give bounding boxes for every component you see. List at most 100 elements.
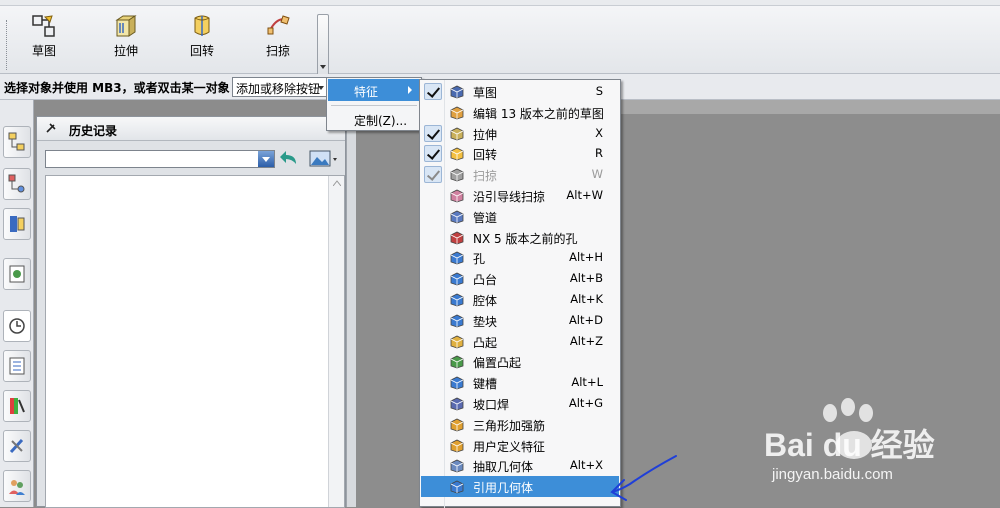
history-list[interactable] bbox=[45, 175, 345, 508]
chevron-down-icon[interactable] bbox=[258, 151, 274, 167]
revolve-icon bbox=[450, 147, 464, 161]
submenu-item[interactable]: 抽取几何体 Alt+X bbox=[421, 455, 619, 476]
selection-prompt: 选择对象并使用 MB3，或者双击某一对象 bbox=[4, 81, 230, 95]
submenu-item-label: 三角形加强筋 bbox=[473, 418, 546, 433]
hole-icon bbox=[450, 251, 464, 265]
groove-icon bbox=[450, 397, 464, 411]
submenu-item[interactable]: 偏置凸起 bbox=[421, 351, 619, 372]
submenu-item-label: 拉伸 bbox=[473, 127, 498, 142]
submenu-item-shortcut: Alt+H bbox=[569, 250, 603, 265]
rainbow-icon bbox=[10, 398, 25, 414]
menu-item-customize-label: 定制(Z)... bbox=[354, 114, 408, 128]
submenu-item[interactable]: 垫块 Alt+D bbox=[421, 310, 619, 331]
sketch-button[interactable]: 草图 bbox=[14, 14, 74, 70]
history-filter-combo[interactable] bbox=[45, 150, 275, 168]
submenu-item[interactable]: 孔 Alt+H bbox=[421, 247, 619, 268]
system-materials-tab[interactable] bbox=[3, 350, 31, 382]
toolbar-options-button[interactable] bbox=[317, 14, 329, 76]
revolve-button[interactable]: 回转 bbox=[172, 14, 232, 70]
chevron-right-icon bbox=[408, 86, 412, 94]
submenu-item-shortcut: W bbox=[591, 167, 603, 182]
history-scrollbar[interactable] bbox=[328, 176, 344, 507]
submenu-item[interactable]: 用户定义特征 bbox=[421, 435, 619, 456]
submenu-item-label: 回转 bbox=[473, 148, 498, 163]
history-panel-title: 历史记录 bbox=[69, 124, 118, 138]
assembly-navigator-tab[interactable] bbox=[3, 126, 31, 158]
submenu-item[interactable]: NX 5 版本之前的孔 bbox=[421, 227, 619, 248]
clock-icon bbox=[9, 318, 25, 334]
tools-icon bbox=[9, 438, 24, 454]
submenu-item[interactable]: 管道 bbox=[421, 206, 619, 227]
resource-bar bbox=[0, 100, 34, 507]
extrude-button-label: 拉伸 bbox=[113, 44, 138, 58]
submenu-item[interactable]: 扫掠 W bbox=[421, 164, 619, 185]
pocket-icon bbox=[450, 293, 464, 307]
submenu-item-shortcut: Alt+Z bbox=[569, 333, 603, 348]
submenu-item[interactable]: 键槽 Alt+L bbox=[421, 372, 619, 393]
submenu-item[interactable]: 拉伸 X bbox=[421, 123, 619, 144]
reuse-library-tab[interactable] bbox=[3, 258, 31, 290]
submenu-item-label: 引用几何体 bbox=[473, 481, 534, 496]
back-arrow-icon[interactable] bbox=[279, 150, 299, 168]
checkmark-icon bbox=[424, 83, 442, 100]
pad-icon bbox=[450, 314, 464, 328]
menu-item-feature[interactable]: 特征 bbox=[328, 79, 420, 101]
part-navigator-tab[interactable] bbox=[3, 208, 31, 240]
sketch-icon bbox=[32, 15, 55, 37]
guide-sweep-icon bbox=[450, 189, 464, 203]
revolve-icon bbox=[194, 15, 210, 36]
submenu-item[interactable]: 坡口焊 Alt+G bbox=[421, 393, 619, 414]
submenu-item-label: NX 5 版本之前的孔 bbox=[473, 231, 578, 246]
roles-tab[interactable] bbox=[3, 430, 31, 462]
submenu-item-shortcut: S bbox=[595, 84, 603, 98]
add-remove-label: 添加或移除按钮 bbox=[236, 82, 321, 96]
sweep-icon bbox=[450, 168, 464, 182]
instance-geometry-icon bbox=[450, 480, 464, 494]
watermark-brand: Bai du 经验 bbox=[764, 427, 935, 463]
menu-separator bbox=[331, 105, 417, 106]
checkmark-icon bbox=[424, 145, 442, 163]
submenu-item[interactable]: 凸台 Alt+B bbox=[421, 268, 619, 289]
submenu-item[interactable]: 三角形加强筋 bbox=[421, 414, 619, 435]
tube-icon bbox=[450, 210, 464, 224]
submenu-item-shortcut: Alt+X bbox=[569, 458, 603, 473]
submenu-item-label: 垫块 bbox=[473, 314, 498, 329]
scroll-up-icon[interactable] bbox=[333, 180, 341, 186]
toolbar-grip[interactable] bbox=[6, 20, 8, 70]
checkmark-icon bbox=[424, 124, 442, 142]
pin-icon[interactable] bbox=[45, 122, 57, 134]
submenu-item-label: 键槽 bbox=[473, 377, 498, 392]
users-tab[interactable] bbox=[3, 470, 31, 502]
process-studio-tab[interactable] bbox=[3, 390, 31, 422]
submenu-item[interactable]: 引用几何体 bbox=[421, 476, 619, 498]
sweep-button-label: 扫掠 bbox=[265, 44, 290, 58]
menu-item-customize[interactable]: 定制(Z)... bbox=[328, 108, 420, 130]
submenu-item-shortcut: Alt+B bbox=[569, 271, 603, 286]
submenu-item-label: 沿引导线扫掠 bbox=[473, 190, 546, 204]
boss-icon bbox=[450, 272, 464, 286]
add-remove-buttons-dropdown[interactable]: 添加或移除按钮 bbox=[232, 77, 328, 97]
toolbar-options-menu: 特征 定制(Z)... bbox=[326, 77, 422, 131]
submenu-item[interactable]: 腔体 Alt+K bbox=[421, 289, 619, 310]
extrude-button[interactable]: 拉伸 bbox=[96, 14, 156, 70]
constraint-navigator-tab[interactable] bbox=[3, 168, 31, 200]
submenu-item[interactable]: 凸起 Alt+Z bbox=[421, 331, 619, 352]
extrude-icon bbox=[115, 15, 137, 37]
panel-splitter[interactable] bbox=[346, 100, 356, 507]
reuse-library-icon bbox=[9, 265, 25, 283]
submenu-item-label: 抽取几何体 bbox=[473, 460, 534, 475]
submenu-item[interactable]: 回转 R bbox=[421, 143, 619, 164]
submenu-item[interactable]: 沿引导线扫掠 Alt+W bbox=[421, 185, 619, 206]
image-view-icon[interactable] bbox=[309, 149, 339, 169]
submenu-item-label: 偏置凸起 bbox=[473, 356, 522, 371]
submenu-item-label: 凸台 bbox=[473, 273, 498, 288]
legacy-hole-icon bbox=[450, 231, 464, 245]
submenu-item[interactable]: 编辑 13 版本之前的草图 bbox=[421, 102, 619, 123]
submenu-item-label: 草图 bbox=[473, 86, 498, 100]
submenu-item[interactable]: 草图 S bbox=[421, 81, 619, 102]
udf-icon bbox=[450, 439, 464, 453]
history-tab[interactable] bbox=[3, 310, 31, 342]
feature-submenu: 草图 S 编辑 13 版本之前的草图 拉伸 X 回转 R 扫掠 W 沿引导线扫掠 Alt+W 管道 NX… bbox=[419, 79, 621, 508]
sweep-button[interactable]: 扫掠 bbox=[248, 14, 308, 70]
submenu-item-label: 腔体 bbox=[473, 294, 498, 308]
